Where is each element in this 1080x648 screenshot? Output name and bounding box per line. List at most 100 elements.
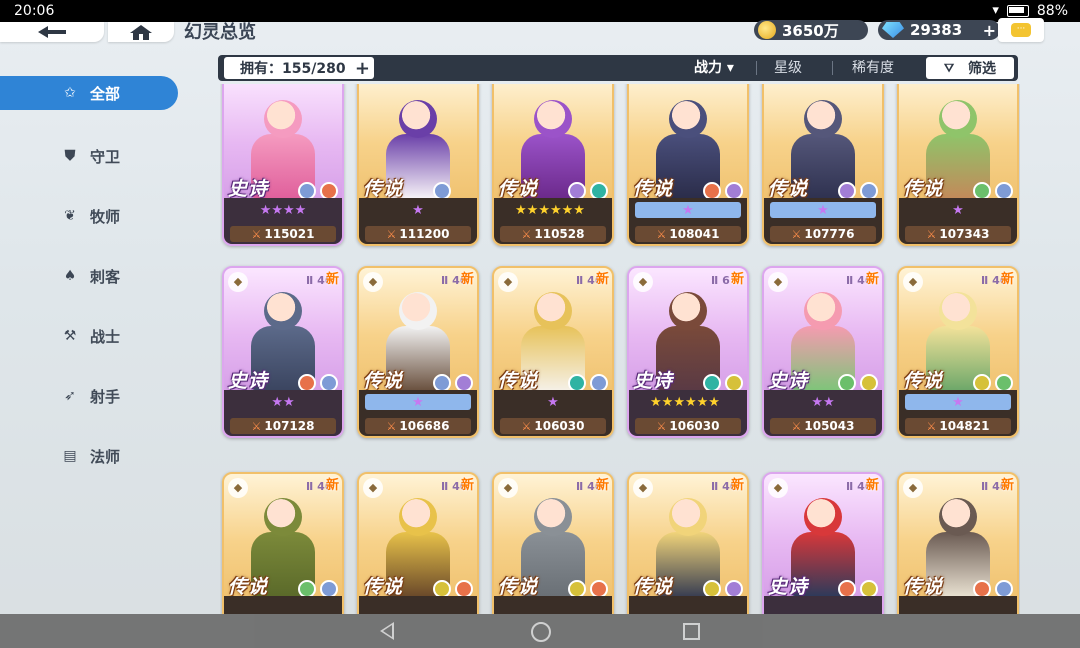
hero-card[interactable]: 传说 ★ ⚔ 108041 [627,84,749,246]
hero-card[interactable]: ◆ Ⅱ 46 新史诗 ★★ ⚔ 105043 [762,266,884,438]
filter-label: 筛选 [968,61,997,77]
combat-power: ⚔ 115021 [230,226,336,242]
hero-head [669,292,707,330]
hero-card[interactable]: ◆ Ⅱ 46 新传说 [357,472,479,614]
sidebar-item-warrior[interactable]: ⚒ 战士 [0,306,180,366]
rarity-label: 传说 [903,178,944,200]
combat-power: ⚔ 107343 [905,226,1011,242]
hero-card[interactable]: ◆ Ⅱ 46 新史诗 [762,472,884,614]
collection-toolbar: 拥有：155/280 + 战力 ▾ 星级 稀有度 ⛛ 筛选 [218,55,1018,81]
sort-by-rarity[interactable]: 稀有度 [852,55,894,81]
combat-power-value: 115021 [264,227,315,241]
gem-amount: 29383 [910,21,963,39]
hood-icon: ♠ [63,268,77,284]
rarity-label: 史诗 [768,576,809,598]
hero-card[interactable]: ◆ Ⅱ 46 新传说 [492,472,614,614]
crossed-swords-icon: ⚔ [386,227,397,241]
hero-head [939,498,977,536]
combat-power: ⚔ 106686 [365,418,471,434]
new-tag: 新 [1000,272,1014,287]
new-tag: 新 [460,478,474,493]
add-gems-button[interactable]: + [983,21,996,40]
sidebar-item-mage[interactable]: ▤ 法师 [0,426,180,486]
card-footer: ★ ⚔ 108041 [629,198,747,244]
filter-button[interactable]: ⛛ 筛选 [926,57,1014,79]
top-header: 幻灵总览 3650万 29383 + ··· [0,18,1080,44]
hero-card[interactable]: ◆ Ⅱ 6 新史诗 ★★★★★★ ⚔ 106030 [627,266,749,438]
hero-head [264,292,302,330]
hero-card[interactable]: 史诗 ★★★★ ⚔ 115021 [222,84,344,246]
class-badge-icon: ◆ [228,478,248,498]
combat-power: ⚔ 104821 [905,418,1011,434]
new-tag: 新 [730,478,744,493]
sidebar-item-assassin[interactable]: ♠ 刺客 [0,246,180,306]
sidebar-item-guard[interactable]: ⛊ 守卫 [0,126,180,186]
class-badge-icon: ◆ [903,272,923,292]
hero-head [669,498,707,536]
nav-back-icon[interactable] [380,622,394,640]
hero-card[interactable]: 传说 ★ ⚔ 107343 [897,84,1019,246]
card-footer [899,596,1017,614]
new-tag: 新 [460,272,474,287]
rarity-label: 史诗 [633,370,674,392]
rarity-label: 传说 [363,370,404,392]
back-button[interactable] [0,22,104,42]
page-title: 幻灵总览 [184,22,256,43]
sort-by-star[interactable]: 星级 [774,55,802,81]
rarity-label: 传说 [363,576,404,598]
new-tag: 新 [865,478,879,493]
sidebar-item-priest[interactable]: ❦ 牧师 [0,186,180,246]
crossed-swords-icon: ⚔ [251,227,262,241]
new-tag: 新 [730,272,744,287]
sort-by-power[interactable]: 战力 ▾ [694,55,734,81]
rarity-label: 传说 [633,576,674,598]
combat-power-value: 107776 [804,227,855,241]
hero-card[interactable]: ◆ Ⅱ 46 新史诗 ★★ ⚔ 107128 [222,266,344,438]
star-rating: ★★ [271,394,295,410]
rarity-label: 传说 [228,576,269,598]
combat-power-value: 108041 [669,227,720,241]
hero-head [399,100,437,138]
nav-home-icon[interactable] [531,622,551,642]
gem-counter: 29383 + [878,20,1000,40]
sidebar-item-archer[interactable]: ➶ 射手 [0,366,180,426]
axe-icon: ⚒ [63,328,77,344]
hero-card[interactable]: ◆ Ⅱ 46 新传说 [222,472,344,614]
expand-storage-icon[interactable]: + [355,58,370,79]
combat-power-value: 105043 [804,419,855,433]
combat-power-value: 106030 [669,419,720,433]
card-footer [764,596,882,614]
hero-card[interactable]: ◆ Ⅱ 46 新传说 [627,472,749,614]
hero-card[interactable]: ◆ Ⅱ 46 新传说 ★ ⚔ 106030 [492,266,614,438]
home-icon [130,25,152,40]
home-button[interactable] [108,22,174,42]
chat-button[interactable]: ··· [998,18,1044,42]
star-rating: ★★★★ [259,202,307,218]
hero-card[interactable]: ◆ Ⅱ 46 新传说 ★ ⚔ 104821 [897,266,1019,438]
rarity-label: 史诗 [228,370,269,392]
rarity-label: 传说 [903,576,944,598]
hero-head [534,292,572,330]
hero-card[interactable]: 传说 ★ ⚔ 111200 [357,84,479,246]
hero-card[interactable]: ◆ Ⅱ 46 新传说 ★ ⚔ 106686 [357,266,479,438]
nav-recents-icon[interactable] [683,623,700,640]
card-footer [629,596,747,614]
combat-power-value: 104821 [939,419,990,433]
card-footer [494,596,612,614]
rarity-label: 史诗 [768,370,809,392]
hero-card[interactable]: ◆ Ⅱ 46 新传说 [897,472,1019,614]
card-footer: ★★★★ ⚔ 115021 [224,198,342,244]
class-badge-icon: ◆ [768,272,788,292]
rarity-label: 传说 [498,576,539,598]
hero-card[interactable]: 传说 ★ ⚔ 107776 [762,84,884,246]
class-badge-icon: ◆ [363,478,383,498]
class-badge-icon: ◆ [363,272,383,292]
sidebar-item-all[interactable]: ✩ 全部 [0,76,178,110]
combat-power-value: 106686 [399,419,450,433]
new-tag: 新 [595,478,609,493]
class-badge-icon: ◆ [498,478,518,498]
owned-count[interactable]: 拥有：155/280 + [224,57,374,79]
sidebar-item-label: 牧师 [90,207,121,226]
chat-icon: ··· [1011,23,1031,37]
hero-card[interactable]: 传说 ★★★★★★ ⚔ 110528 [492,84,614,246]
